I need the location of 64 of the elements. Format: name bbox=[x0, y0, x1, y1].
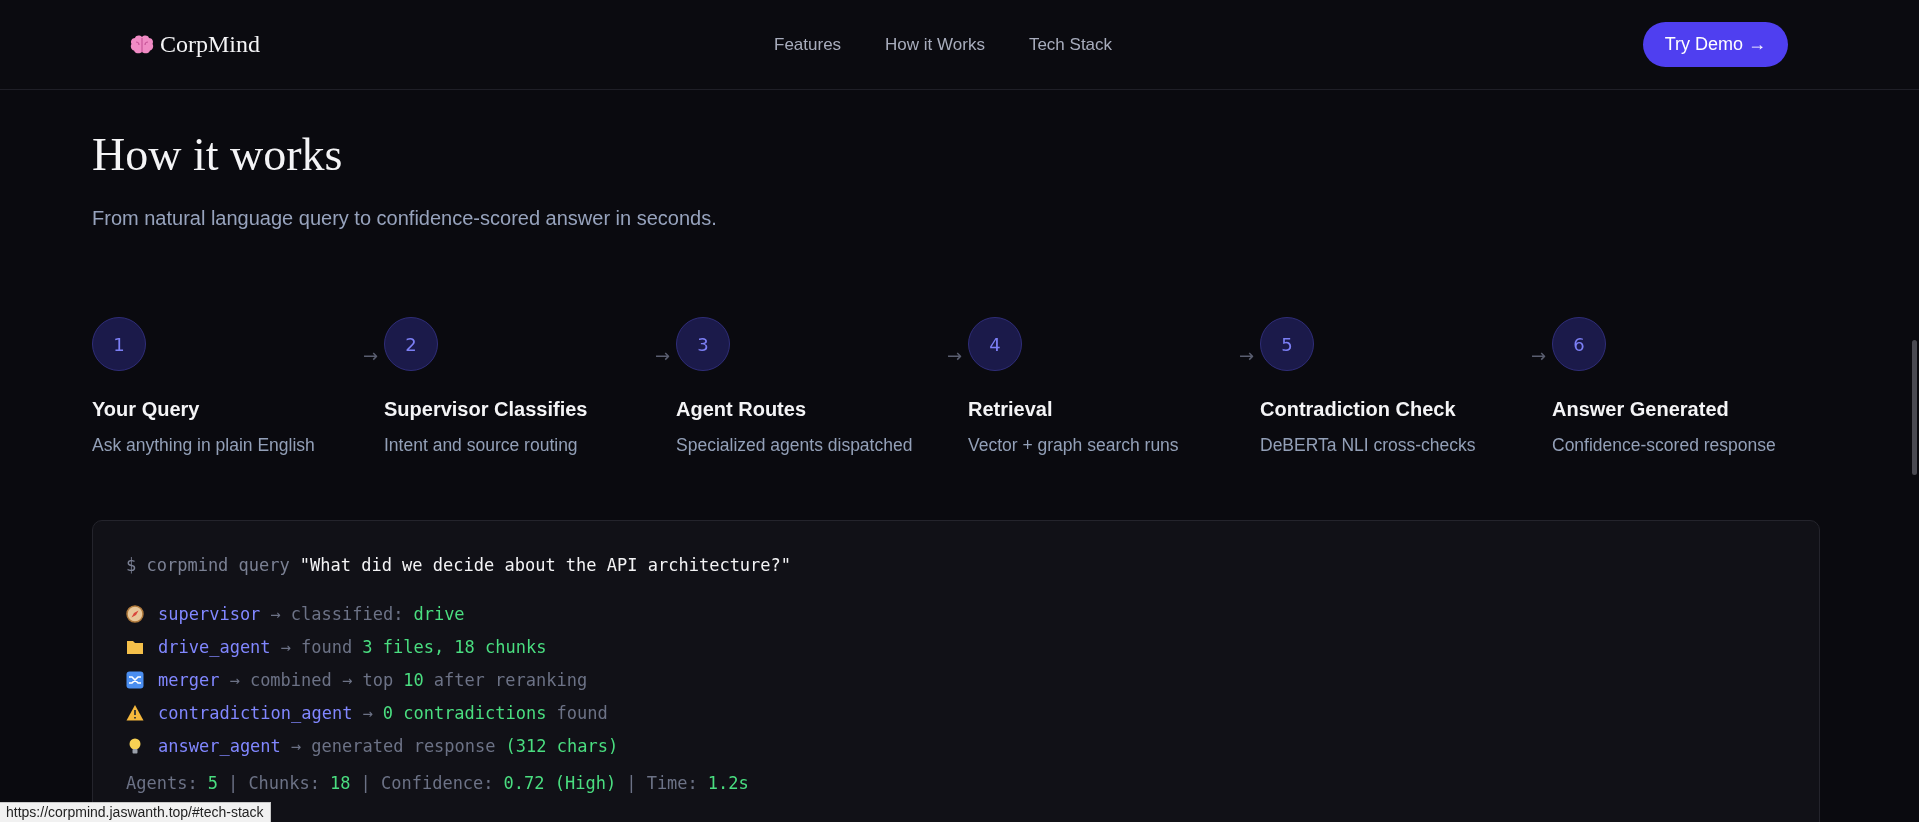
step-title: Retrieval bbox=[968, 398, 1054, 421]
brand-name[interactable]: CorpMind bbox=[160, 31, 260, 58]
query-string: "What did we decide about the API architecture?" bbox=[299, 555, 792, 575]
step-description: Vector + graph search runs bbox=[968, 435, 1180, 456]
step-title: Answer Generated bbox=[1552, 398, 1730, 421]
log-text: → classified: bbox=[270, 604, 404, 624]
log-text: 0 contradictions bbox=[382, 703, 547, 723]
step-number: 6 bbox=[1552, 317, 1606, 371]
warning-icon bbox=[126, 704, 144, 722]
log-text: → bbox=[362, 703, 373, 723]
step-arrow: → bbox=[946, 344, 962, 366]
summary-text: | Time: bbox=[626, 773, 698, 793]
step-arrow: → bbox=[1530, 344, 1546, 366]
scrollbar-thumb[interactable] bbox=[1912, 340, 1917, 475]
section-subtitle: From natural language query to confidence-scored answer in seconds. bbox=[92, 207, 718, 230]
log-text: after reranking bbox=[433, 670, 588, 690]
step-description: Ask anything in plain English bbox=[92, 435, 316, 456]
log-text: → found bbox=[280, 637, 353, 657]
summary-text: 0.72 (High) bbox=[503, 773, 617, 793]
step-arrow: → bbox=[654, 344, 670, 366]
summary-text: | Chunks: bbox=[227, 773, 321, 793]
step-description: Intent and source routing bbox=[384, 435, 579, 456]
log-text: contradiction_agent bbox=[158, 703, 353, 723]
log-text: → combined → top bbox=[229, 670, 394, 690]
step-title: Agent Routes bbox=[676, 398, 807, 421]
brain-icon bbox=[130, 34, 154, 55]
try-demo-button[interactable]: Try Demo → bbox=[1642, 22, 1788, 67]
step-number: 5 bbox=[1260, 317, 1314, 371]
log-text: → generated response bbox=[290, 736, 496, 756]
section-title: How it works bbox=[92, 128, 344, 181]
step-number: 3 bbox=[676, 317, 730, 371]
step-arrow: → bbox=[362, 344, 378, 366]
summary-text: 18 bbox=[330, 773, 351, 793]
log-text: merger bbox=[158, 670, 220, 690]
step-title: Your Query bbox=[92, 398, 201, 421]
step-number: 2 bbox=[384, 317, 438, 371]
step-number: 1 bbox=[92, 317, 146, 371]
step-title: Contradiction Check bbox=[1260, 398, 1457, 421]
step-number: 4 bbox=[968, 317, 1022, 371]
step-title: Supervisor Classifies bbox=[384, 398, 589, 421]
log-text: 10 bbox=[403, 670, 424, 690]
folder-icon bbox=[126, 638, 144, 656]
summary-text: | Confidence: bbox=[360, 773, 494, 793]
log-text: drive bbox=[413, 604, 465, 624]
step-description: Specialized agents dispatched bbox=[676, 435, 914, 456]
step-description: DeBERTa NLI cross-checks bbox=[1260, 435, 1477, 456]
log-text: supervisor bbox=[158, 604, 261, 624]
log-text: drive_agent bbox=[158, 637, 271, 657]
nav-link[interactable]: How it Works bbox=[885, 34, 985, 55]
nav-link[interactable]: Tech Stack bbox=[1028, 34, 1113, 55]
summary-text: 5 bbox=[207, 773, 218, 793]
summary-text: 1.2s bbox=[707, 773, 749, 793]
log-text: (312 chars) bbox=[505, 736, 619, 756]
summary-text: Agents: bbox=[126, 773, 198, 793]
command-prompt: $ corpmind query bbox=[126, 555, 290, 575]
log-text: answer_agent bbox=[158, 736, 281, 756]
step-arrow: → bbox=[1238, 344, 1254, 366]
log-text: found bbox=[556, 703, 608, 723]
log-text: 3 files, 18 chunks bbox=[362, 637, 547, 657]
link-status-url: https://corpmind.jaswanth.top/#tech-stack bbox=[0, 802, 271, 822]
nav-link[interactable]: Features bbox=[774, 34, 842, 55]
step-description: Confidence-scored response bbox=[1552, 435, 1777, 456]
shuffle-icon bbox=[126, 671, 144, 689]
compass-icon bbox=[126, 605, 144, 623]
